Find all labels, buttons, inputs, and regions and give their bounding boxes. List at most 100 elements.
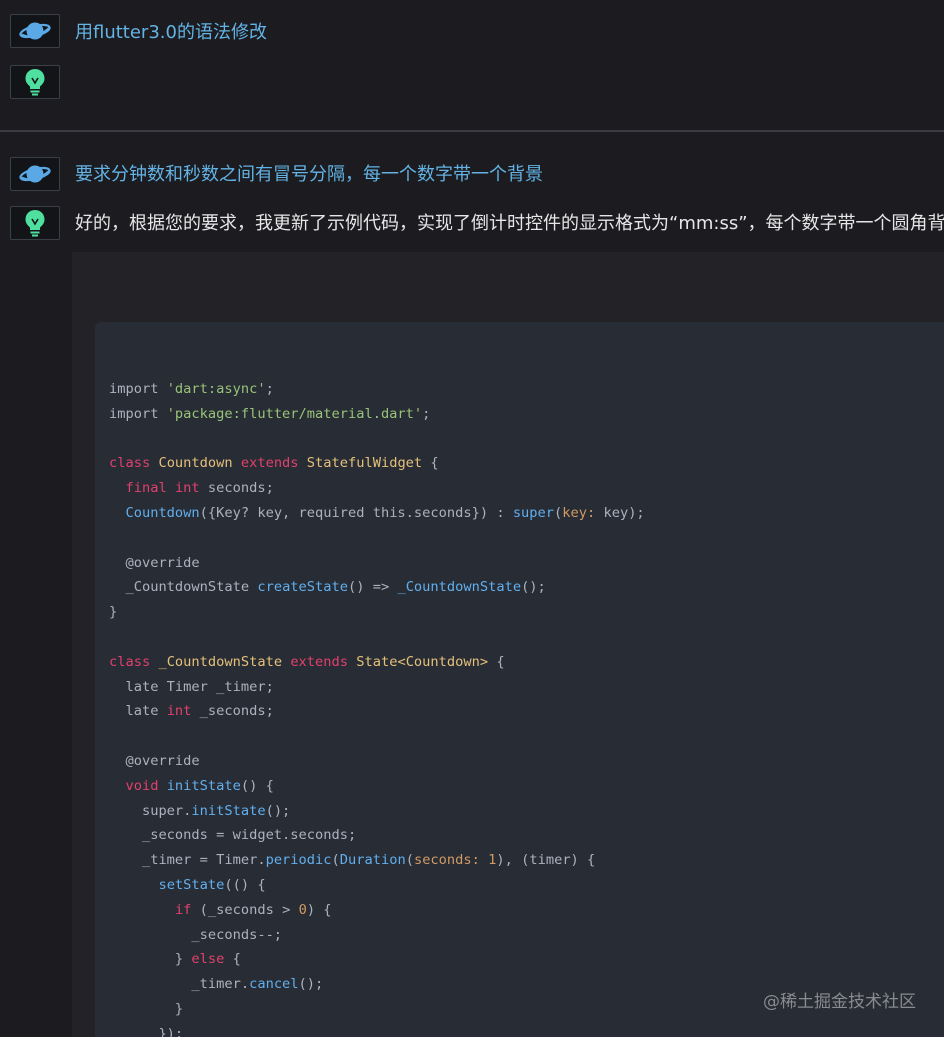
code-line: _seconds--; [109, 923, 645, 948]
user-avatar [10, 157, 60, 191]
code-token: import [109, 381, 167, 397]
code-token: { [224, 951, 241, 968]
code-token: initState [166, 777, 241, 794]
code-line: super.initState(); [109, 799, 645, 824]
code-token: ({Key? key, required this.seconds}) : [199, 504, 513, 521]
user-avatar [10, 14, 60, 48]
code-token: Countdown [158, 455, 241, 472]
code-line: ​ [109, 526, 645, 551]
code-token: extends [290, 653, 357, 670]
code-token: int [166, 703, 192, 720]
code-token: 'package:flutter/material.dart' [166, 405, 423, 422]
code-token: (); [521, 579, 546, 596]
code-line: _timer = Timer.periodic(Duration(seconds… [109, 848, 645, 873]
code-line: _CountdownState createState() => _Countd… [109, 575, 645, 600]
code-token: 'dart:async' [166, 381, 266, 397]
code-line: ​ [109, 625, 645, 650]
code-token: } [109, 1000, 184, 1017]
code-token: class [109, 653, 159, 670]
code-line: class _CountdownState extends State<Coun… [109, 650, 645, 675]
code-token: final [125, 480, 175, 497]
code-line: import 'dart:async'; [109, 377, 645, 402]
code-token: Countdown [125, 504, 200, 521]
code-token: (); [298, 976, 324, 993]
code-block[interactable]: import 'dart:async'; import 'package:flut… [95, 322, 944, 1037]
code-token: ; [265, 381, 274, 397]
code-token: _seconds--; [109, 926, 283, 943]
code-token: ) { [306, 901, 332, 918]
user-message: 用flutter3.0的语法修改 [75, 22, 267, 43]
code-line: class Countdown extends StatefulWidget { [109, 451, 645, 476]
code-token: () { [240, 777, 274, 794]
code-token: StatefulWidget [306, 455, 423, 472]
code-token: void [125, 777, 167, 794]
code-line: void initState() { [109, 774, 645, 799]
code-token: ; [422, 405, 431, 422]
code-line: _seconds = widget.seconds; [109, 823, 645, 848]
conversation-divider [0, 130, 944, 132]
lightbulb-icon [25, 69, 45, 96]
code-line: @override [109, 749, 645, 774]
code-line: import 'package:flutter/material.dart'; [109, 402, 645, 427]
code-line: } [109, 600, 645, 625]
code-line: } else { [109, 947, 645, 972]
code-line: ​ [109, 724, 645, 749]
code-token: setState [158, 876, 225, 893]
code-token: super [512, 504, 555, 521]
code-token: if [174, 901, 192, 918]
code-line: late Timer _timer; [109, 675, 645, 700]
code-token: _seconds = widget.seconds; [109, 827, 357, 844]
code-token: _CountdownState [158, 653, 291, 670]
code-token: else [191, 951, 225, 968]
code-token: import [109, 405, 167, 422]
assistant-message: 好的，根据您的要求，我更新了示例代码，实现了倒计时控件的显示格式为“mm:ss”… [75, 213, 944, 234]
code-line: Countdown({Key? key, required this.secon… [109, 501, 644, 526]
code-token: 0 [298, 901, 307, 918]
assistant-avatar [10, 65, 60, 99]
code-token: State<Countdown> [356, 653, 489, 670]
code-token: extends [240, 455, 307, 472]
code-token: initState [191, 802, 266, 819]
code-token: class [109, 455, 159, 472]
code-token: ( [331, 852, 340, 869]
code-line: @override [109, 551, 645, 576]
user-message: 要求分钟数和秒数之间有冒号分隔，每一个数字带一个背景 [75, 164, 543, 185]
code-token: cancel [249, 976, 299, 993]
code-token: _CountdownState [397, 579, 522, 596]
lightbulb-icon [25, 210, 45, 237]
watermark: @稀土掘金技术社区 [763, 992, 916, 1012]
code-token: { [488, 653, 505, 670]
planet-icon [19, 22, 51, 40]
code-token: @override [109, 554, 200, 571]
code-token: super. [109, 802, 192, 819]
code-token: () => [348, 579, 398, 596]
code-token: (_seconds > [191, 901, 299, 918]
code-token: (() { [224, 876, 266, 893]
code-token: ( [405, 852, 414, 869]
code-token: Duration [339, 852, 406, 869]
code-line: if (_seconds > 0) { [109, 898, 645, 923]
code-token: } [109, 604, 118, 621]
code-token: @override [109, 752, 200, 769]
code-token: int [174, 480, 200, 497]
code-token: } [109, 951, 192, 968]
assistant-avatar [10, 206, 60, 240]
code-token: periodic [265, 852, 332, 869]
code-line: setState(() { [109, 873, 645, 898]
code-token: _timer. [109, 976, 250, 993]
code-token: seconds; [199, 480, 274, 497]
code-token: }); [109, 1025, 184, 1037]
code-token: late [109, 703, 167, 720]
code-token: _timer = Timer. [109, 852, 266, 869]
code-lines: import 'dart:async'; import 'package:flut… [109, 377, 645, 1037]
code-token: { [422, 455, 439, 472]
planet-icon [19, 165, 51, 183]
code-token: seconds: [413, 852, 480, 869]
code-token: _CountdownState [109, 579, 258, 596]
code-token: ), (timer) { [496, 852, 596, 869]
